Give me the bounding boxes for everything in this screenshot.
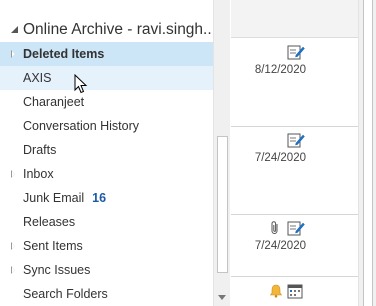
message-separator [231, 276, 358, 277]
folder-inbox[interactable]: Inbox [0, 162, 213, 186]
account-title: Online Archive - ravi.singh... [23, 21, 216, 38]
folder-deleted-items[interactable]: Deleted Items [0, 42, 213, 66]
folder-axis[interactable]: AXIS [0, 66, 213, 90]
unread-count-badge: 16 [92, 191, 107, 205]
edit-note-icon [287, 221, 305, 236]
folder-label: Drafts [23, 143, 57, 157]
folder-junk-email[interactable]: Junk Email 16 [0, 186, 213, 210]
folder-label: Search Folders [23, 287, 108, 301]
folder-sync-issues[interactable]: Sync Issues [0, 258, 213, 282]
message-list-scrollbar[interactable] [358, 0, 376, 306]
message-date: 7/24/2020 [254, 240, 306, 252]
expand-arrow-icon[interactable] [11, 50, 15, 58]
expand-arrow-icon[interactable] [11, 266, 15, 274]
message-separator [231, 214, 358, 215]
message-list-header-strip [231, 0, 358, 38]
expand-arrow-icon[interactable] [11, 242, 15, 250]
folder-label: Releases [23, 215, 76, 229]
scrollbar-thumb[interactable] [363, 0, 373, 306]
scroll-down-arrow-icon[interactable] [218, 295, 226, 300]
folder-label: Sync Issues [23, 263, 91, 277]
folder-label: AXIS [23, 71, 52, 85]
folder-charanjeet[interactable]: Charanjeet [0, 90, 213, 114]
account-header[interactable]: Online Archive - ravi.singh... [0, 18, 216, 42]
folder-releases[interactable]: Releases [0, 210, 213, 234]
folder-search-folders[interactable]: Search Folders [0, 282, 213, 306]
message-date: 8/12/2020 [254, 64, 306, 76]
message-list: 8/12/2020 7/24/2020 7/24/2020 [231, 0, 376, 306]
folder-label: Inbox [23, 167, 54, 181]
folder-label: Conversation History [23, 119, 140, 133]
paperclip-icon [271, 221, 278, 234]
mouse-cursor-icon [74, 74, 88, 94]
folder-sent-items[interactable]: Sent Items [0, 234, 213, 258]
edit-note-icon [287, 133, 305, 148]
folder-drafts[interactable]: Drafts [0, 138, 213, 162]
folder-label: Deleted Items [23, 47, 105, 61]
collapse-triangle-icon[interactable] [11, 26, 18, 33]
edit-note-icon [287, 45, 305, 60]
calendar-icon [287, 284, 303, 299]
folder-pane: Online Archive - ravi.singh... Deleted I… [0, 0, 216, 306]
scrollbar-thumb[interactable] [217, 136, 228, 273]
folder-pane-scrollbar[interactable] [213, 0, 230, 306]
folder-label: Charanjeet [23, 95, 85, 109]
folder-label-wrap: Junk Email 16 [23, 191, 106, 205]
folder-label: Junk Email [23, 191, 85, 205]
message-date: 7/24/2020 [254, 152, 306, 164]
message-separator [231, 126, 358, 127]
folder-conversation-history[interactable]: Conversation History [0, 114, 213, 138]
folder-label: Sent Items [23, 239, 83, 253]
bell-icon [269, 284, 283, 298]
expand-arrow-icon[interactable] [11, 170, 15, 178]
